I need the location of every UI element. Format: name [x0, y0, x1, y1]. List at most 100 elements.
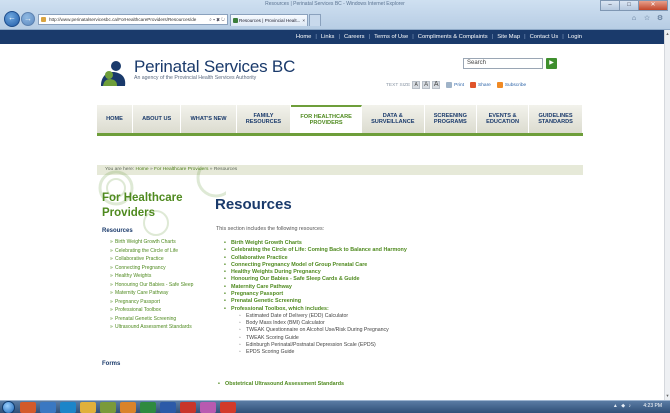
utility-links: Home | Links | Careers | Terms of Use | Complime… [296, 30, 582, 44]
address-actions-icon[interactable]: ⌕ ▾ ✖ ↻ [209, 15, 225, 24]
resource-link-birth-weight-growth-charts[interactable]: Birth Weight Growth Charts [224, 240, 407, 248]
maximize-button[interactable]: □ [619, 0, 639, 11]
taskbar-app-icon[interactable] [120, 402, 136, 413]
scroll-up-icon[interactable]: ▲ [665, 31, 670, 37]
sidebar-item-ultrasound-assessment-standards[interactable]: Ultrasound Assessment Standards [110, 323, 200, 332]
resource-link-honouring-our-babies-safe-sleep-cards-guide[interactable]: Honouring Our Babies - Safe Sleep Cards … [224, 276, 407, 284]
address-bar[interactable]: http://www.perinatalservicesbc.ca/ForHea… [38, 14, 228, 25]
resource-link-connecting-pregnancy-model-of-group-prenatal-care[interactable]: Connecting Pregnancy Model of Group Pren… [224, 262, 407, 270]
nav-tab-what-s-new[interactable]: WHAT'S NEW [181, 105, 237, 133]
print-icon [446, 82, 453, 88]
utility-link-home[interactable]: Home [296, 34, 311, 40]
nav-tab-data-surveillance[interactable]: DATA & SURVEILLANCE [361, 105, 425, 133]
print-link[interactable]: Print [454, 83, 464, 88]
toolbox-link-tweak-questionnaire-on-alcohol-use-risk-during-pregnancy[interactable]: TWEAK Questionnaire on Alcohol Use/Risk … [239, 327, 407, 334]
resource-link-healthy-weights-during-pregnancy[interactable]: Healthy Weights During Pregnancy [224, 269, 407, 277]
utility-separator: | [491, 34, 494, 40]
intro-text: This section includes the following reso… [216, 226, 325, 232]
tab-title: Resources | Provincial Healt... [239, 18, 301, 23]
taskbar-app-icon[interactable] [220, 402, 236, 413]
subscribe-link[interactable]: Subscribe [505, 83, 526, 88]
toolbox-link-epds-scoring-guide[interactable]: EPDS Scoring Guide [239, 349, 407, 356]
back-button[interactable]: ← [4, 11, 20, 27]
star-icon[interactable]: ☆ [643, 15, 651, 23]
toolbox-link-edinburgh-perinatal-postnatal-depression-scale-epds[interactable]: Edinburgh Perinatal/Postnatal Depression… [239, 342, 407, 349]
tab-close-icon[interactable]: × [302, 15, 305, 26]
nav-tab-for-healthcare-providers[interactable]: FOR HEALTHCARE PROVIDERS [291, 105, 362, 133]
nav-tab-family-resources[interactable]: FAMILY RESOURCES [236, 105, 292, 133]
taskbar-app-icon[interactable] [100, 402, 116, 413]
utility-link-careers[interactable]: Careers [344, 34, 365, 40]
taskbar-app-icon[interactable] [200, 402, 216, 413]
resource-link-pregnancy-passport[interactable]: Pregnancy Passport [224, 291, 407, 299]
sidebar-item-maternity-care-pathway[interactable]: Maternity Care Pathway [110, 289, 200, 298]
utility-link-contact-us[interactable]: Contact Us [530, 34, 559, 40]
toolbox-link-estimated-date-of-delivery-edd-calculator[interactable]: Estimated Date of Delivery (EDD) Calcula… [239, 313, 407, 320]
window-title: Resources | Perinatal Services BC - Wind… [265, 1, 405, 7]
resource-link-maternity-care-pathway[interactable]: Maternity Care Pathway [224, 284, 407, 292]
search-input[interactable]: Search [463, 58, 543, 69]
nav-tab-screening-programs[interactable]: SCREENING PROGRAMS [424, 105, 478, 133]
new-tab-button[interactable] [309, 14, 321, 26]
taskbar-app-icon[interactable] [180, 402, 196, 413]
resource-link-prenatal-genetic-screening[interactable]: Prenatal Genetic Screening [224, 298, 407, 306]
minimize-button[interactable]: – [600, 0, 620, 11]
sidebar-item-celebrating-the-circle-of-life[interactable]: Celebrating the Circle of Life [110, 247, 200, 256]
sidebar-item-healthy-weights[interactable]: Healthy Weights [110, 272, 200, 281]
utility-separator: | [368, 34, 371, 40]
sidebar-item-birth-weight-growth-charts[interactable]: Birth Weight Growth Charts [110, 238, 200, 247]
windows-taskbar: ▲ ◆ ♪ 4:23 PM [0, 400, 670, 413]
resource-link-professional-toolbox-which-includes[interactable]: Professional Toolbox, which includes:Est… [224, 306, 407, 357]
taskbar-ie-icon[interactable] [60, 402, 76, 413]
taskbar-word-icon[interactable] [160, 402, 176, 413]
utility-link-compliments-complaints[interactable]: Compliments & Complaints [418, 34, 488, 40]
taskbar-app-icon[interactable] [20, 402, 36, 413]
utility-link-terms-of-use[interactable]: Terms of Use [374, 34, 408, 40]
taskbar-excel-icon[interactable] [140, 402, 156, 413]
taskbar-clock[interactable]: 4:23 PM [643, 403, 662, 409]
sidebar-item-honouring-our-babies-safe-sleep[interactable]: Honouring Our Babies - Safe Sleep [110, 281, 200, 290]
taskbar-app-icon[interactable] [40, 402, 56, 413]
browser-tab[interactable]: Resources | Provincial Healt... × [230, 14, 308, 26]
resource-link-collaborative-practice[interactable]: Collaborative Practice [224, 255, 407, 263]
sidebar-item-collaborative-practice[interactable]: Collaborative Practice [110, 255, 200, 264]
nav-tab-events-education[interactable]: EVENTS & EDUCATION [477, 105, 530, 133]
share-icon [470, 82, 477, 88]
close-window-button[interactable]: ✕ [638, 0, 668, 11]
resource-link-ultrasound-standards[interactable]: Obstetrical Ultrasound Assessment Standa… [218, 381, 344, 387]
share-link[interactable]: Share [478, 83, 491, 88]
forward-button[interactable]: → [21, 12, 35, 26]
text-size-small-button[interactable]: A [412, 81, 421, 89]
sidebar-item-forms[interactable]: Forms [102, 361, 120, 367]
system-tray[interactable]: ▲ ◆ ♪ [613, 403, 632, 409]
sidebar-item-pregnancy-passport[interactable]: Pregnancy Passport [110, 298, 200, 307]
sidebar-list: Birth Weight Growth ChartsCelebrating th… [110, 238, 200, 332]
start-button[interactable] [2, 401, 15, 413]
site-title[interactable]: Perinatal Services BC [134, 57, 295, 77]
gear-icon[interactable]: ⚙ [656, 15, 664, 23]
nav-tab-home[interactable]: HOME [97, 105, 133, 133]
utility-link-login[interactable]: Login [568, 34, 582, 40]
utility-link-site-map[interactable]: Site Map [497, 34, 520, 40]
text-size-large-button[interactable]: A [432, 81, 441, 89]
nav-tab-about-us[interactable]: ABOUT US [132, 105, 182, 133]
taskbar-folder-icon[interactable] [80, 402, 96, 413]
search-go-button[interactable]: ▶ [546, 58, 557, 69]
toolbox-link-body-mass-index-bmi-calculator[interactable]: Body Mass Index (BMI) Calculator [239, 320, 407, 327]
toolbox-link-tweak-scoring-guide[interactable]: TWEAK Scoring Guide [239, 335, 407, 342]
sidebar-item-professional-toolbox[interactable]: Professional Toolbox [110, 306, 200, 315]
sidebar-section-resources[interactable]: Resources [102, 228, 133, 234]
resource-list: Birth Weight Growth ChartsCelebrating th… [224, 240, 407, 356]
sidebar-item-prenatal-genetic-screening[interactable]: Prenatal Genetic Screening [110, 315, 200, 324]
page-tools: TEXT SIZE A A A Print Share Subscribe [386, 81, 526, 89]
text-size-medium-button[interactable]: A [422, 81, 431, 89]
sidebar-title: For Healthcare Providers [102, 192, 183, 219]
utility-link-links[interactable]: Links [321, 34, 335, 40]
sidebar-item-connecting-pregnancy[interactable]: Connecting Pregnancy [110, 264, 200, 273]
nav-tab-guidelines-standards[interactable]: GUIDELINES STANDARDS [529, 105, 584, 133]
perinatal-logo-icon [101, 61, 126, 86]
scroll-down-icon[interactable]: ▼ [665, 393, 670, 399]
home-icon[interactable]: ⌂ [630, 15, 638, 23]
resource-link-celebrating-the-circle-of-life-coming-back-to-balance-and-harmony[interactable]: Celebrating the Circle of Life: Coming B… [224, 247, 407, 255]
vertical-scrollbar[interactable]: ▲ ▼ [664, 30, 670, 400]
